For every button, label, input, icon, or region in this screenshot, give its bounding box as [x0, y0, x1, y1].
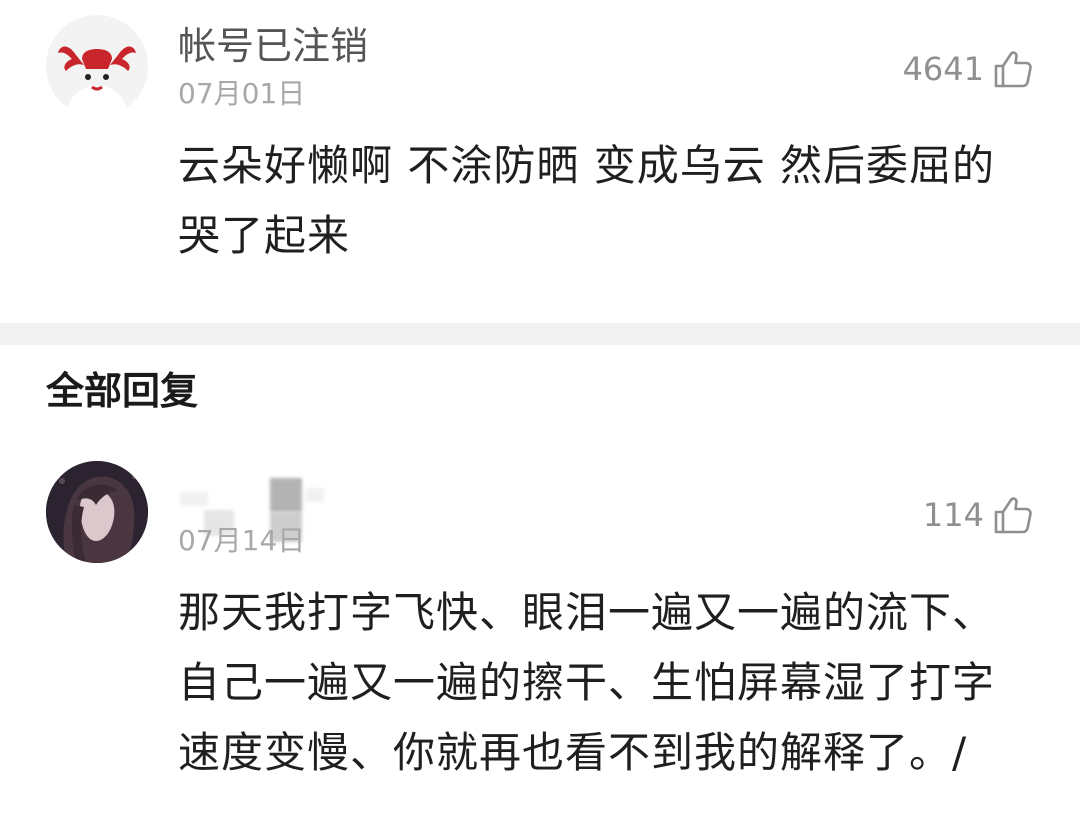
- censor-mosaic: [270, 478, 302, 512]
- thumbs-up-icon: [994, 497, 1032, 534]
- thumbs-up-icon: [994, 51, 1032, 88]
- section-title: 全部回复: [46, 369, 199, 413]
- like-button[interactable]: 114: [923, 494, 1034, 536]
- censor-mosaic: [180, 492, 208, 506]
- moose-antler-avatar-icon: [46, 15, 148, 117]
- reply-comment: 07月14日 114 那天我打字飞快、眼泪一遍又一遍的流下、自己一遍又一遍的擦干…: [0, 440, 1080, 814]
- comment-text: 云朵好懒啊 不涂防晒 变成乌云 然后委屈的哭了起来: [178, 141, 996, 260]
- section-divider: [0, 323, 1080, 345]
- username[interactable]: 帐号已注销: [178, 23, 368, 69]
- top-comment: 帐号已注销 07月01日 4641 云朵好懒啊 不涂防晒 变成乌云 然后委屈的哭…: [0, 0, 1080, 323]
- like-count: 114: [922, 496, 984, 534]
- comment-date: 07月01日: [178, 77, 306, 110]
- like-count: 4641: [902, 50, 984, 88]
- like-button[interactable]: 4641: [903, 48, 1034, 90]
- anime-girl-avatar-icon: [46, 461, 148, 563]
- user-avatar[interactable]: [46, 15, 148, 117]
- censor-mosaic: [306, 488, 324, 502]
- comment-date: 07月14日: [178, 524, 306, 557]
- user-avatar[interactable]: [46, 461, 148, 563]
- comment-text: 那天我打字飞快、眼泪一遍又一遍的流下、自己一遍又一遍的擦干、生怕屏幕湿了打字速度…: [178, 588, 996, 777]
